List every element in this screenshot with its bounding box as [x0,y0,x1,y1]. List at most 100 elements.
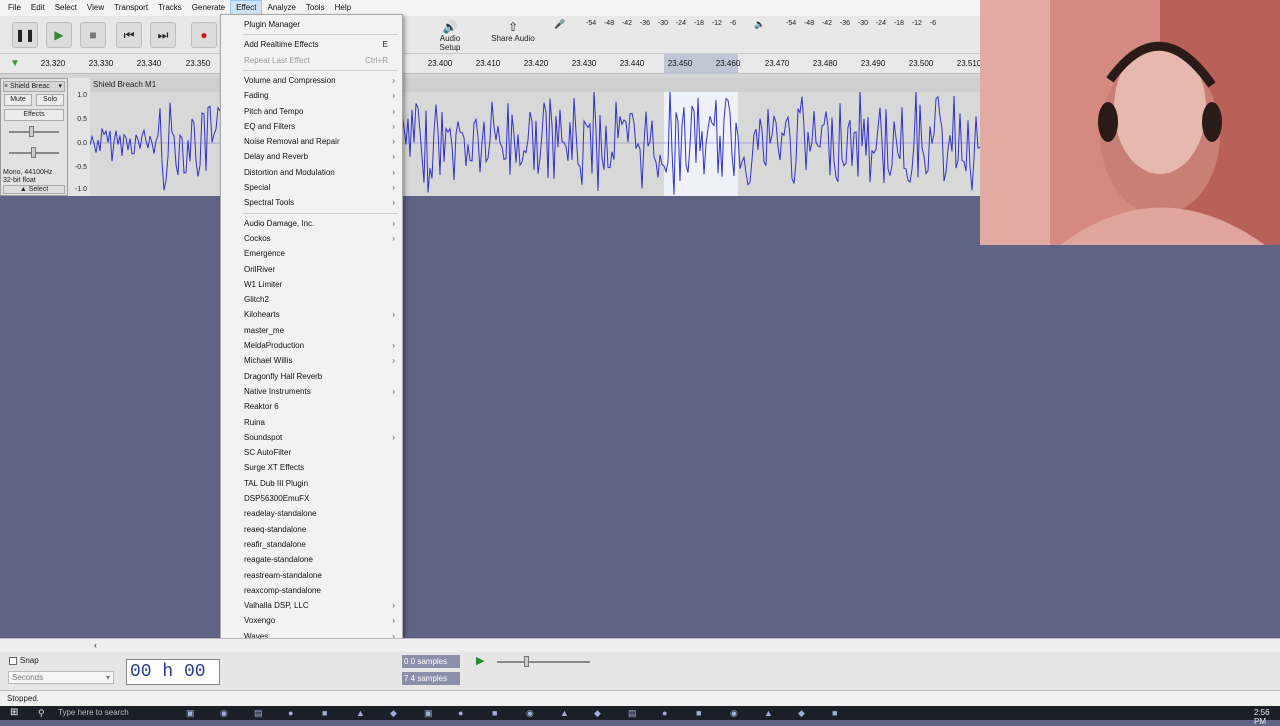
taskbar-app-icon[interactable]: ▣ [424,708,433,719]
menu-edit[interactable]: Edit [26,0,50,16]
scroll-left-icon[interactable]: ‹ [94,640,97,650]
effect-menu-item[interactable]: Audio Damage, Inc. › [221,217,402,231]
effect-menu-item[interactable]: MeldaProduction › [221,339,402,353]
effect-menu-item[interactable]: Kilohearts › [221,308,402,322]
effect-menu-item[interactable]: reafir_standalone [221,538,402,552]
effect-menu-item[interactable]: Spectral Tools › [221,196,402,210]
effect-menu-item[interactable]: EQ and Filters › [221,120,402,134]
taskbar-app-icon[interactable]: ▤ [254,708,263,719]
snap-checkbox[interactable] [9,657,17,665]
effect-menu-item[interactable]: Add Realtime Effects E [221,38,402,52]
effect-menu-item[interactable]: Valhalla DSP, LLC › [221,599,402,613]
mute-button[interactable]: Mute [4,94,32,106]
effect-menu-item[interactable]: Surge XT Effects [221,461,402,475]
effect-menu-item[interactable]: Distortion and Modulation › [221,166,402,180]
taskbar-search-box[interactable]: Type here to search [58,708,129,717]
share-audio-button[interactable]: ⇧ Share Audio [488,20,538,50]
skip-end-button[interactable]: ⏭ [150,22,176,48]
menu-tracks[interactable]: Tracks [153,0,187,16]
time-display[interactable]: 00 h 00 m [126,659,220,706]
taskbar-app-icon[interactable]: ▲ [560,708,569,718]
track-name-menu[interactable]: × Shield Breac ▾ [3,81,65,92]
effect-menu-item[interactable]: readelay-standalone [221,507,402,521]
audio-setup-button[interactable]: 🔊 Audio Setup [430,20,470,52]
taskbar-app-icon[interactable]: ● [288,708,293,718]
snap-unit-select[interactable]: Seconds ▾ [8,671,114,684]
effect-menu-item[interactable]: Cockos › [221,232,402,246]
windows-start-icon[interactable]: ⊞ [10,707,18,718]
play-at-speed-icon[interactable]: ▶ [476,654,484,667]
effect-menu-item[interactable]: OrilRiver [221,263,402,277]
effect-menu-item[interactable]: Noise Removal and Repair › [221,135,402,149]
selection-end-field[interactable]: 7 4 samples [402,672,460,685]
close-track-icon[interactable]: × [4,83,8,90]
effect-menu-item[interactable]: SC AutoFilter [221,446,402,460]
effect-menu-item[interactable]: Dragonfly Hall Reverb [221,370,402,384]
effect-menu-item[interactable]: reastream-standalone [221,569,402,583]
taskbar-app-icon[interactable]: ◆ [798,708,805,719]
effects-button[interactable]: Effects [4,109,64,121]
effect-menu-item[interactable]: Fading › [221,89,402,103]
skip-start-button[interactable]: ⏮ [116,22,142,48]
stop-button[interactable]: ■ [80,22,106,48]
horizontal-scrollbar[interactable]: ‹ [0,638,1280,652]
effect-menu-item[interactable]: Volume and Compression › [221,74,402,88]
effect-menu-item[interactable]: Native Instruments › [221,385,402,399]
taskbar-app-icon[interactable]: ▲ [764,708,773,718]
effect-menu-item[interactable]: master_me [221,324,402,338]
effect-menu-item-label: Spectral Tools [244,198,295,208]
search-icon[interactable]: ⚲ [38,708,45,719]
track-format-depth: 32-bit float [3,177,36,184]
effect-menu-item[interactable]: Pitch and Tempo › [221,105,402,119]
menu-view[interactable]: View [82,0,109,16]
taskbar-app-icon[interactable]: ■ [832,708,837,718]
menu-select[interactable]: Select [50,0,82,16]
taskbar-app-icon[interactable]: ◉ [526,708,534,719]
effect-menu-item[interactable]: Delay and Reverb › [221,150,402,164]
gain-slider-thumb[interactable] [29,126,34,137]
menu-file[interactable]: File [3,0,26,16]
effect-menu-item[interactable]: W1 Limiter [221,278,402,292]
taskbar-app-icon[interactable]: ◉ [220,708,228,719]
taskbar-app-icon[interactable]: ◆ [390,708,397,719]
play-speed-thumb[interactable] [524,656,529,667]
play-button[interactable]: ▶ [46,22,72,48]
menu-transport[interactable]: Transport [109,0,153,16]
effect-menu-item[interactable]: reaeq-standalone [221,523,402,537]
effect-menu-item[interactable]: Special › [221,181,402,195]
pause-button[interactable]: ❚❚ [12,22,38,48]
play-speed-slider[interactable] [497,661,590,663]
effect-menu-item[interactable]: Reaktor 6 [221,400,402,414]
effect-menu-item[interactable]: Voxengo › [221,614,402,628]
effect-menu-item[interactable]: DSP56300EmuFX [221,492,402,506]
record-meter[interactable]: 🎤 -54 -48 -42 -36 -30 -24 -18 -12 -6 [552,19,742,31]
effect-menu-item[interactable]: reagate-standalone [221,553,402,567]
selection-start-field[interactable]: 0 0 samples [402,655,460,668]
record-button[interactable]: ● [191,22,217,48]
effect-menu-item-label: Delay and Reverb [244,152,309,162]
taskbar-app-icon[interactable]: ● [458,708,463,718]
effect-menu-item[interactable]: TAL Dub III Plugin [221,477,402,491]
effect-menu-item[interactable]: Soundspot › [221,431,402,445]
taskbar-app-icon[interactable]: ◉ [730,708,738,719]
effect-menu-item[interactable]: reaxcomp-standalone [221,584,402,598]
taskbar-app-icon[interactable]: ■ [322,708,327,718]
taskbar-app-icon[interactable]: ◆ [594,708,601,719]
playback-meter[interactable]: 🔈 -54 -48 -42 -36 -30 -24 -18 -12 -6 [752,19,942,31]
effect-menu-item[interactable]: Glitch2 [221,293,402,307]
taskbar-app-icon[interactable]: ● [662,708,667,718]
gain-slider[interactable] [9,131,59,133]
taskbar-app-icon[interactable]: ▲ [356,708,365,718]
pan-slider-thumb[interactable] [31,147,36,158]
taskbar-app-icon[interactable]: ▣ [186,708,195,719]
taskbar-app-icon[interactable]: ■ [492,708,497,718]
taskbar-app-icon[interactable]: ■ [696,708,701,718]
solo-button[interactable]: Solo [36,94,64,106]
effect-menu-item[interactable]: Michael Willis › [221,354,402,368]
effect-menu-item[interactable]: Emergence [221,247,402,261]
select-track-button[interactable]: ▲ Select [3,185,65,194]
play-head-icon[interactable]: ▼ [10,58,20,69]
taskbar-app-icon[interactable]: ▤ [628,708,637,719]
effect-menu-item[interactable]: Plugin Manager [221,18,402,32]
effect-menu-item[interactable]: Ruina [221,416,402,430]
